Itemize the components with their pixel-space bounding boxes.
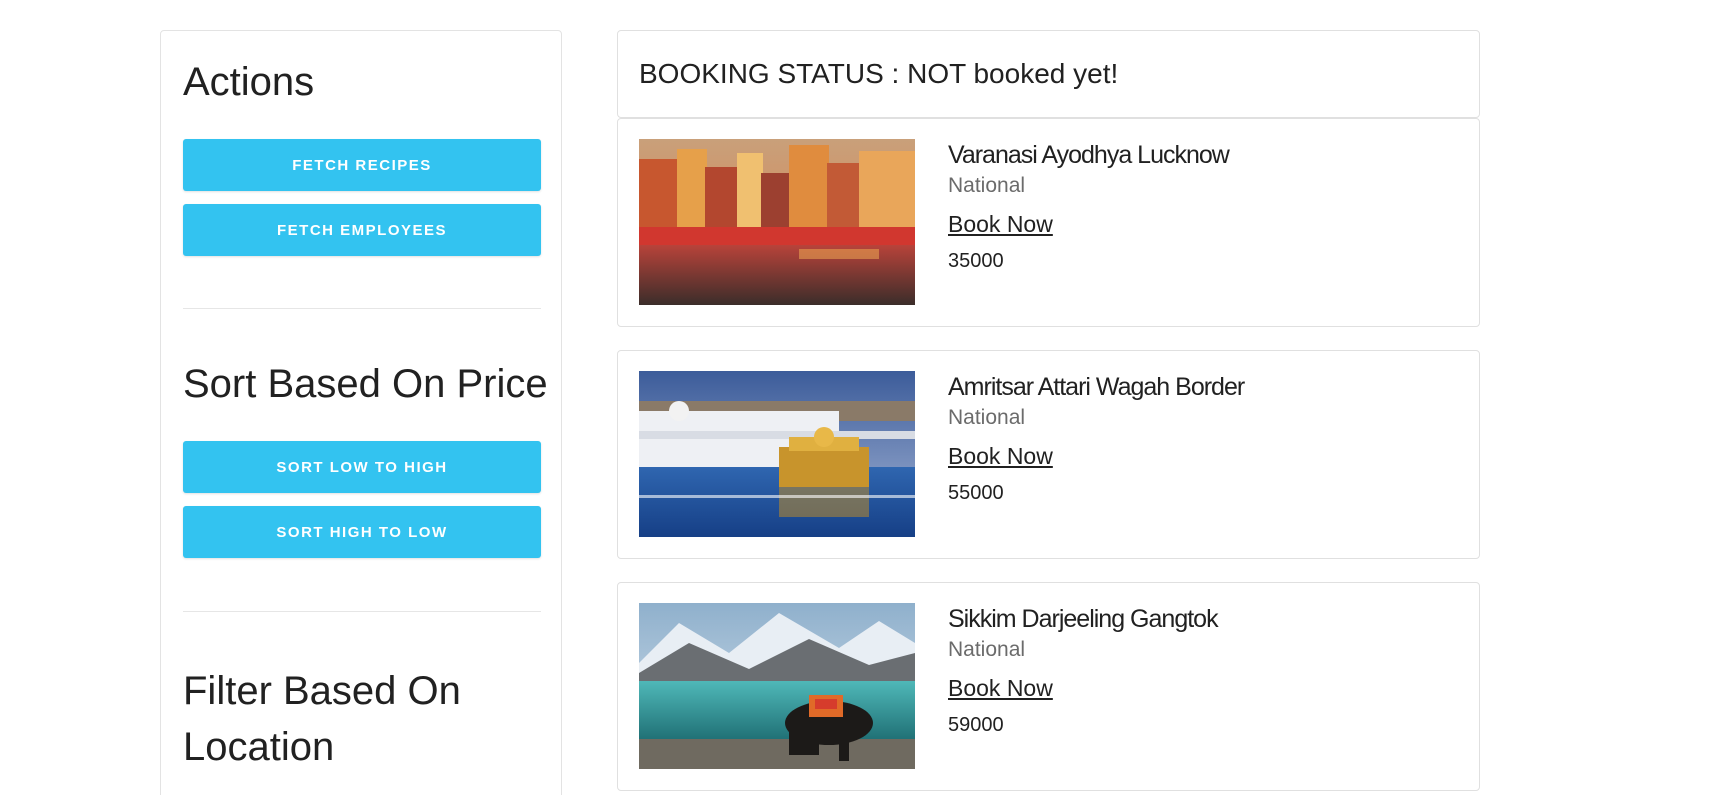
tour-info: Varanasi Ayodhya Lucknow National Book N… xyxy=(948,139,1230,275)
page: Actions FETCH RECIPES FETCH EMPLOYEES So… xyxy=(0,0,1723,795)
booking-status-card: BOOKING STATUS : NOT booked yet! xyxy=(617,30,1480,118)
tour-type: National xyxy=(948,174,1026,197)
tour-type: National xyxy=(948,406,1026,429)
sidebar-panel: Actions FETCH RECIPES FETCH EMPLOYEES So… xyxy=(160,30,562,795)
tour-info: Sikkim Darjeeling Gangtok National Book … xyxy=(948,603,1219,739)
tour-info: Amritsar Attari Wagah Border National Bo… xyxy=(948,371,1245,507)
tour-card: Varanasi Ayodhya Lucknow National Book N… xyxy=(617,118,1480,327)
tour-type: National xyxy=(948,638,1026,661)
tour-name: Amritsar Attari Wagah Border xyxy=(948,373,1245,401)
tour-card: Amritsar Attari Wagah Border National Bo… xyxy=(617,350,1480,559)
tour-card: Sikkim Darjeeling Gangtok National Book … xyxy=(617,582,1480,791)
sort-heading: Sort Based On Price xyxy=(183,362,548,406)
tour-price: 59000 xyxy=(948,714,1004,736)
book-now-link[interactable]: Book Now xyxy=(948,441,1053,471)
sort-low-to-high-button[interactable]: SORT LOW TO HIGH xyxy=(183,441,541,493)
actions-divider xyxy=(183,308,541,309)
actions-heading: Actions xyxy=(183,60,315,104)
sort-divider xyxy=(183,611,541,612)
tour-price: 35000 xyxy=(948,250,1004,272)
tour-name: Varanasi Ayodhya Lucknow xyxy=(948,141,1230,169)
tour-name: Sikkim Darjeeling Gangtok xyxy=(948,605,1219,633)
varanasi-ghats-image xyxy=(639,139,915,305)
mountain-lake-yak-image xyxy=(639,603,915,769)
fetch-employees-button[interactable]: FETCH EMPLOYEES xyxy=(183,204,541,256)
book-now-link[interactable]: Book Now xyxy=(948,673,1053,703)
golden-temple-image xyxy=(639,371,915,537)
filter-heading: Filter Based On Location xyxy=(183,663,461,775)
sort-high-to-low-button[interactable]: SORT HIGH TO LOW xyxy=(183,506,541,558)
filter-heading-line2: Location xyxy=(183,725,335,769)
tour-price: 55000 xyxy=(948,482,1004,504)
booking-status-text: BOOKING STATUS : NOT booked yet! xyxy=(639,58,1119,89)
book-now-link[interactable]: Book Now xyxy=(948,209,1053,239)
fetch-recipes-button[interactable]: FETCH RECIPES xyxy=(183,139,541,191)
filter-heading-line1: Filter Based On xyxy=(183,669,461,713)
